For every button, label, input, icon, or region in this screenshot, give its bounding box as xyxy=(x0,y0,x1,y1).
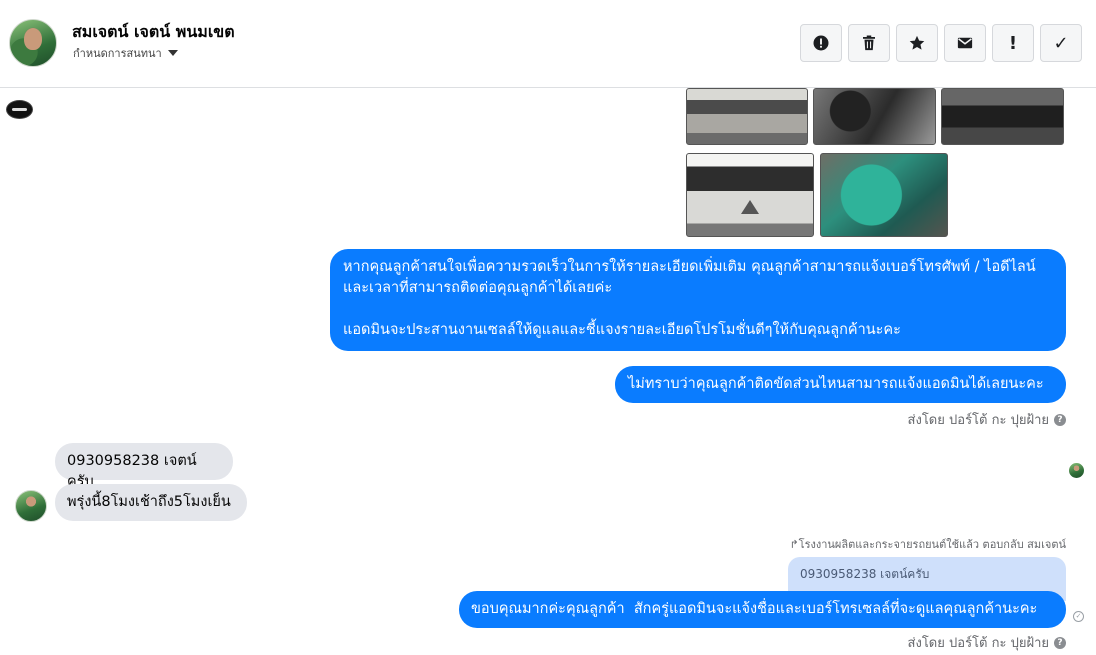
sender-avatar[interactable] xyxy=(15,490,47,522)
attachment-image-steering-wheel[interactable] xyxy=(813,88,936,145)
follow-up-button[interactable]: ! xyxy=(992,24,1034,62)
incoming-message[interactable]: 0930958238 เจตน์ครับ xyxy=(55,443,233,490)
sent-by-text: ส่งโดย ปอร์โต้ กะ ปุยฝ้าย xyxy=(907,636,1049,651)
conversation-header: สมเจตน์ เจตน์ พนมเขต กำหนดการสนทนา ! ✓ xyxy=(0,0,1096,88)
mark-unread-button[interactable] xyxy=(944,24,986,62)
alert-icon xyxy=(813,35,829,51)
attachment-image-seats[interactable] xyxy=(941,88,1064,145)
assign-conversation-dropdown[interactable]: กำหนดการสนทนา xyxy=(73,44,178,62)
sent-status-icon: ✓ xyxy=(1073,611,1084,622)
conversation-toolbar: ! ✓ xyxy=(800,24,1082,62)
outgoing-message[interactable]: ไม่ทราบว่าคุณลูกค้าติดขัดส่วนไหนสามารถแจ… xyxy=(615,366,1066,403)
mark-done-button[interactable]: ✓ xyxy=(1040,24,1082,62)
message-thread[interactable]: หากคุณลูกค้าสนใจเพื่อความรวดเร็วในการให้… xyxy=(0,88,1096,655)
sent-by-label: ส่งโดย ปอร์โต้ กะ ปุยฝ้าย ? xyxy=(908,632,1066,653)
incoming-message[interactable]: พรุ่งนี้8โมงเช้าถึง5โมงเย็น xyxy=(55,484,247,521)
attachment-image-battery[interactable] xyxy=(820,153,948,237)
assign-conversation-label: กำหนดการสนทนา xyxy=(73,47,162,60)
caret-down-icon xyxy=(167,50,178,56)
attachment-image-engine[interactable] xyxy=(686,153,814,237)
delete-button[interactable] xyxy=(848,24,890,62)
star-icon xyxy=(909,35,925,50)
sent-by-text: ส่งโดย ปอร์โต้ กะ ปุยฝ้าย xyxy=(907,413,1049,428)
exclamation-icon: ! xyxy=(1008,32,1018,54)
checkmark-icon: ✓ xyxy=(1053,32,1069,54)
attachment-image-car-door[interactable] xyxy=(686,88,808,145)
mark-spam-button[interactable] xyxy=(800,24,842,62)
outgoing-message[interactable]: หากคุณลูกค้าสนใจเพื่อความรวดเร็วในการให้… xyxy=(330,249,1066,351)
envelope-icon xyxy=(957,37,973,49)
star-button[interactable] xyxy=(896,24,938,62)
trash-icon xyxy=(863,35,875,51)
reply-context-label: ↱โรงงานผลิตและกระจายรถยนต์ใช้แล้ว ตอบกลั… xyxy=(789,538,1066,551)
contact-avatar[interactable] xyxy=(9,19,57,67)
contact-name[interactable]: สมเจตน์ เจตน์ พนมเขต xyxy=(72,20,235,45)
help-icon[interactable]: ? xyxy=(1054,636,1066,649)
sent-by-label: ส่งโดย ปอร์โต้ กะ ปุยฝ้าย ? xyxy=(908,409,1066,430)
page-logo-avatar xyxy=(6,100,33,119)
help-icon[interactable]: ? xyxy=(1054,413,1066,426)
seen-indicator-avatar xyxy=(1069,463,1084,478)
outgoing-message[interactable]: ขอบคุณมากค่ะคุณลูกค้า สักครู่แอดมินจะแจ้… xyxy=(459,591,1066,628)
